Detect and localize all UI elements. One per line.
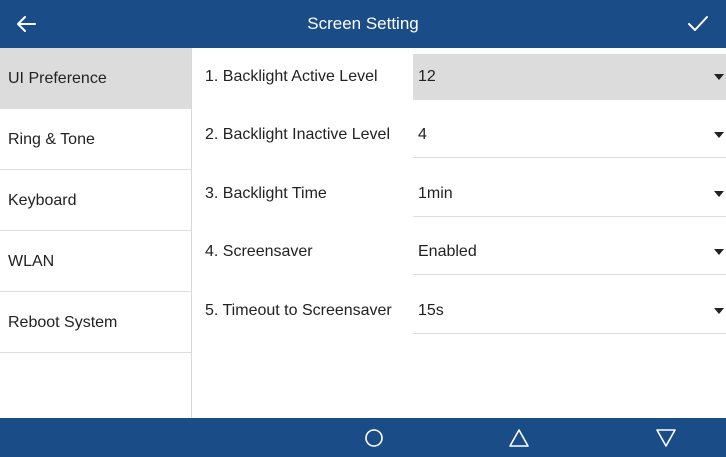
setting-row-timeout-to-screensaver: 5. Timeout to Screensaver 15s [192,288,726,334]
setting-label: 4. Screensaver [205,243,313,260]
confirm-button[interactable] [670,0,726,48]
setting-label: 1. Backlight Active Level [205,68,378,85]
page-down-button[interactable] [636,418,696,457]
dropdown-caret-icon [714,249,724,255]
triangle-up-icon [509,428,529,447]
setting-row-backlight-inactive-level: 2. Backlight Inactive Level 4 [192,112,726,158]
dropdown-caret-icon [714,74,724,80]
sidebar-item-label: Ring & Tone [8,131,95,148]
sidebar-item-keyboard[interactable]: Keyboard [0,170,191,231]
top-bar: Screen Setting [0,0,726,48]
dropdown-caret-icon [714,191,724,197]
backlight-active-level-select[interactable]: 12 [413,54,726,100]
dropdown-caret-icon [714,132,724,138]
triangle-down-icon [656,428,676,447]
checkmark-icon [688,16,708,31]
timeout-to-screensaver-select[interactable]: 15s [413,288,726,334]
select-value: 12 [418,68,436,85]
dropdown-caret-icon [714,308,724,314]
setting-row-screensaver: 4. Screensaver Enabled [192,229,726,275]
setting-row-backlight-time: 3. Backlight Time 1min [192,171,726,217]
sidebar-item-label: Keyboard [8,192,77,209]
setting-label: 2. Backlight Inactive Level [205,126,390,143]
sidebar-item-wlan[interactable]: WLAN [0,231,191,292]
sidebar-item-label: WLAN [8,253,55,270]
sidebar-item-ui-preference[interactable]: UI Preference [0,48,191,109]
sidebar-item-ring-tone[interactable]: Ring & Tone [0,109,191,170]
sidebar: UI Preference Ring & Tone Keyboard WLAN … [0,48,192,418]
select-value: 1min [418,185,453,202]
sidebar-item-label: UI Preference [8,70,107,87]
home-circle-icon [365,428,383,447]
select-value: 4 [418,126,427,143]
home-button[interactable] [344,418,404,457]
settings-panel: 1. Backlight Active Level 12 2. Backligh… [192,48,726,418]
setting-label: 3. Backlight Time [205,185,327,202]
screensaver-select[interactable]: Enabled [413,229,726,275]
sidebar-item-label: Reboot System [8,314,118,331]
arrow-left-icon [17,16,36,32]
select-value: Enabled [418,243,477,260]
setting-row-backlight-active-level: 1. Backlight Active Level 12 [192,54,726,100]
bottom-nav-bar [0,418,726,457]
select-value: 15s [418,302,444,319]
back-button[interactable] [0,0,52,48]
page-up-button[interactable] [489,418,549,457]
backlight-inactive-level-select[interactable]: 4 [413,112,726,158]
page-title: Screen Setting [307,14,419,33]
setting-label: 5. Timeout to Screensaver [205,302,392,319]
backlight-time-select[interactable]: 1min [413,171,726,217]
sidebar-item-reboot-system[interactable]: Reboot System [0,292,191,353]
